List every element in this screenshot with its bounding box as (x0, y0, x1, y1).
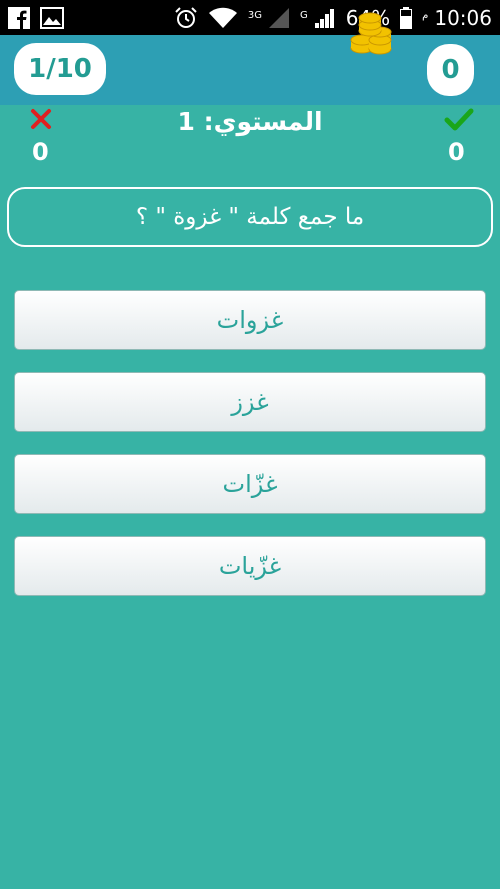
status-bar: 3G G 64% م 10:06 (0, 0, 500, 35)
signal-icon (268, 7, 290, 29)
answer-option-3[interactable]: غزّات (14, 454, 486, 514)
gallery-icon (40, 6, 64, 29)
wrong-x-icon (30, 108, 52, 130)
question-box: ما جمع كلمة " غزوة " ؟ (7, 187, 493, 247)
correct-check-icon (444, 108, 474, 132)
network-g-label: G (299, 9, 308, 21)
level-label: المستوي: 1 (177, 107, 323, 136)
status-right: 3G G 64% م 10:06 (174, 6, 492, 30)
top-bar: 1/10 0 (0, 35, 500, 105)
right-count: 0 (448, 138, 465, 166)
status-left (8, 6, 64, 29)
am-pm-label: م (422, 9, 429, 21)
wrong-count: 0 (32, 138, 49, 166)
coins-count: 0 (427, 44, 474, 96)
question-progress: 1/10 (14, 43, 106, 95)
answer-option-4[interactable]: غزّيات (14, 536, 486, 596)
coins-icon (348, 12, 394, 56)
battery-icon (400, 6, 413, 29)
facebook-icon (8, 6, 30, 29)
network-3g-label: 3G (247, 9, 262, 21)
answer-option-1[interactable]: غزوات (14, 290, 486, 350)
alarm-icon (174, 6, 198, 30)
clock: 10:06 (434, 5, 492, 30)
signal-icon (314, 7, 336, 29)
answer-option-2[interactable]: غزز (14, 372, 486, 432)
wifi-icon (208, 7, 238, 29)
